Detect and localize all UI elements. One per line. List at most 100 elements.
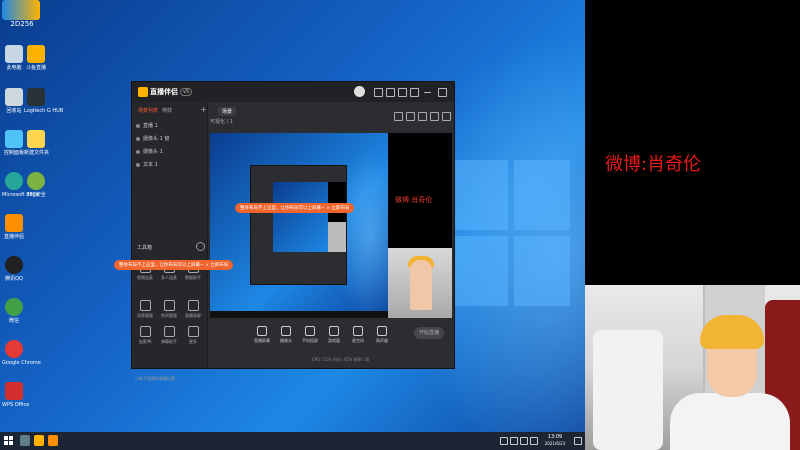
- share-icon[interactable]: [442, 112, 451, 121]
- chrome-icon: [5, 340, 23, 358]
- logo-number: 2D256: [10, 20, 34, 28]
- webcam-feed: [585, 285, 800, 450]
- douyu-icon: [27, 45, 45, 63]
- microphone-button[interactable]: 麦克风: [346, 326, 370, 344]
- lock-icon[interactable]: [418, 112, 427, 121]
- windows-start-icon[interactable]: [4, 436, 14, 446]
- control-panel-icon: [5, 130, 23, 148]
- bell-icon[interactable]: [430, 112, 439, 121]
- recycle-bin-icon: [5, 88, 23, 106]
- folder-icon: [27, 130, 45, 148]
- speaker-button[interactable]: 扬声器: [370, 326, 394, 344]
- tip-toast[interactable]: 整体布局不上这里，让你布局可以上屏幕~ × 立即布局: [114, 260, 234, 270]
- stream-preview[interactable]: 微博:肖奇伦: [210, 133, 452, 318]
- tool-record[interactable]: 直播录屏: [182, 300, 204, 319]
- tool-danmaku[interactable]: 弹幕助手: [158, 326, 180, 345]
- avatar[interactable]: [354, 86, 365, 97]
- add-screen-button[interactable]: 直播屏幕: [250, 326, 274, 344]
- menu-icon[interactable]: [410, 88, 419, 97]
- add-camera-button[interactable]: 摄像头: [274, 326, 298, 344]
- streamer-logo: 2D256: [0, 0, 44, 28]
- network-icon[interactable]: [510, 437, 518, 445]
- eye-icon[interactable]: [136, 123, 140, 128]
- tray-up-icon[interactable]: [500, 437, 508, 445]
- source-item[interactable]: 摄像头 1: [136, 148, 204, 158]
- desktop-icon-this-pc[interactable]: 此电脑: [2, 45, 26, 71]
- webcam-chair-left: [593, 330, 663, 450]
- game-icon: [329, 326, 339, 336]
- tool-room[interactable]: 房间管理: [158, 300, 180, 319]
- security-icon: [27, 172, 45, 190]
- eye-icon[interactable]: [136, 162, 140, 167]
- tab-scenes[interactable]: 场景列表: [138, 107, 158, 114]
- start-live-button[interactable]: 开始直播: [414, 327, 444, 339]
- mail-icon[interactable]: [398, 88, 407, 97]
- danmaku-icon: [163, 326, 175, 337]
- desktop-icon-logitech[interactable]: Logitech G HUB: [24, 88, 63, 114]
- app-name: 直播伴侣: [150, 88, 178, 96]
- tool-more[interactable]: 更多: [182, 326, 204, 345]
- sidebar-footer[interactable]: 小助手直播间弹幕设置: [135, 376, 175, 382]
- eye-icon[interactable]: [136, 136, 140, 141]
- minimize-icon[interactable]: [424, 92, 431, 93]
- record-icon: [187, 300, 199, 311]
- source-item[interactable]: 摄像头 1 窗: [136, 135, 204, 145]
- clock-date[interactable]: 2021/6/23: [540, 441, 570, 446]
- desktop-icon-recycle-bin[interactable]: 回收站: [2, 88, 26, 114]
- live-companion-window[interactable]: 直播伴侣 v5 场景列表 特效 + 直播 1 摄像头 1 窗 摄像头 1 文本 …: [114, 81, 455, 381]
- desktop-icon-wechat[interactable]: 微信: [2, 298, 26, 324]
- source-item[interactable]: 文本 1: [136, 161, 204, 171]
- add-game-button[interactable]: 游戏窗: [322, 326, 346, 344]
- clock-time[interactable]: 13:09: [540, 434, 570, 441]
- desktop-icon-control-panel[interactable]: 控制面板: [2, 130, 26, 156]
- live-companion-icon: [5, 214, 23, 232]
- taskbar-app-live-companion[interactable]: [48, 435, 58, 446]
- taskbar-app-douyu[interactable]: [34, 435, 44, 446]
- desktop: 2D256 此电脑 斗鱼直播 回收站 Logitech G HUB 控制面板 新…: [0, 0, 585, 432]
- preview-black-panel: [388, 133, 452, 248]
- gear-icon[interactable]: [196, 242, 205, 251]
- volume-icon[interactable]: [520, 437, 528, 445]
- more-icon: [187, 326, 199, 337]
- tool-pk[interactable]: 连麦PK: [134, 326, 156, 345]
- add-phone-button[interactable]: 手机投屏: [298, 326, 322, 344]
- add-tab-button[interactable]: +: [200, 105, 207, 114]
- notification-icon[interactable]: [574, 437, 582, 445]
- window-titlebar[interactable]: 直播伴侣 v5: [132, 82, 454, 102]
- desktop-icon-360[interactable]: 360安全: [24, 172, 48, 198]
- preview-webcam: [388, 248, 452, 318]
- tip-toast[interactable]: 整体布局不上这里，让你布局可以上屏幕~ × 立即布局: [235, 203, 355, 213]
- source-item[interactable]: 直播 1: [136, 122, 204, 132]
- app-logo-icon: [138, 87, 148, 97]
- preview-desktop: [210, 133, 388, 318]
- preview-person: [410, 260, 432, 310]
- tab-effects[interactable]: 特效: [162, 107, 172, 114]
- gift-icon[interactable]: [386, 88, 395, 97]
- camera-icon: [281, 326, 291, 336]
- preview-nested-desktop: [273, 182, 328, 252]
- wechat-icon: [5, 298, 23, 316]
- eye-icon[interactable]: [136, 149, 140, 154]
- preview-weibo-text: 微博:肖奇伦: [395, 196, 433, 204]
- desktop-icon-live-companion[interactable]: 直播伴侣: [2, 214, 26, 240]
- version-badge: v5: [180, 88, 193, 96]
- home-icon[interactable]: [374, 88, 383, 97]
- sidebar: 场景列表 特效 + 直播 1 摄像头 1 窗 摄像头 1 文本 1 工具箱 视频…: [132, 102, 208, 381]
- trash-icon[interactable]: [394, 112, 403, 121]
- scene-toolbar: 可视化 / 1: [210, 119, 234, 125]
- close-icon[interactable]: [438, 88, 447, 97]
- taskbar-app-explorer[interactable]: [20, 435, 30, 446]
- desktop-icon-chrome[interactable]: Google Chrome: [2, 340, 41, 366]
- copy-icon[interactable]: [406, 112, 415, 121]
- desktop-icon-douyu[interactable]: 斗鱼直播: [24, 45, 48, 71]
- desktop-icon-folder[interactable]: 新建文件夹: [24, 130, 49, 156]
- scene-tab[interactable]: 场景: [218, 107, 237, 116]
- room-icon: [163, 300, 175, 311]
- qq-penguin-icon: [5, 256, 23, 274]
- desktop-icon-edge[interactable]: Microsoft Edge: [2, 172, 39, 198]
- ime-icon[interactable]: [530, 437, 538, 445]
- tool-messages[interactable]: 消息管理: [134, 300, 156, 319]
- computer-icon: [5, 45, 23, 63]
- desktop-icon-wps[interactable]: WPS Office: [2, 382, 29, 408]
- desktop-icon-qq[interactable]: 腾讯QQ: [2, 256, 26, 282]
